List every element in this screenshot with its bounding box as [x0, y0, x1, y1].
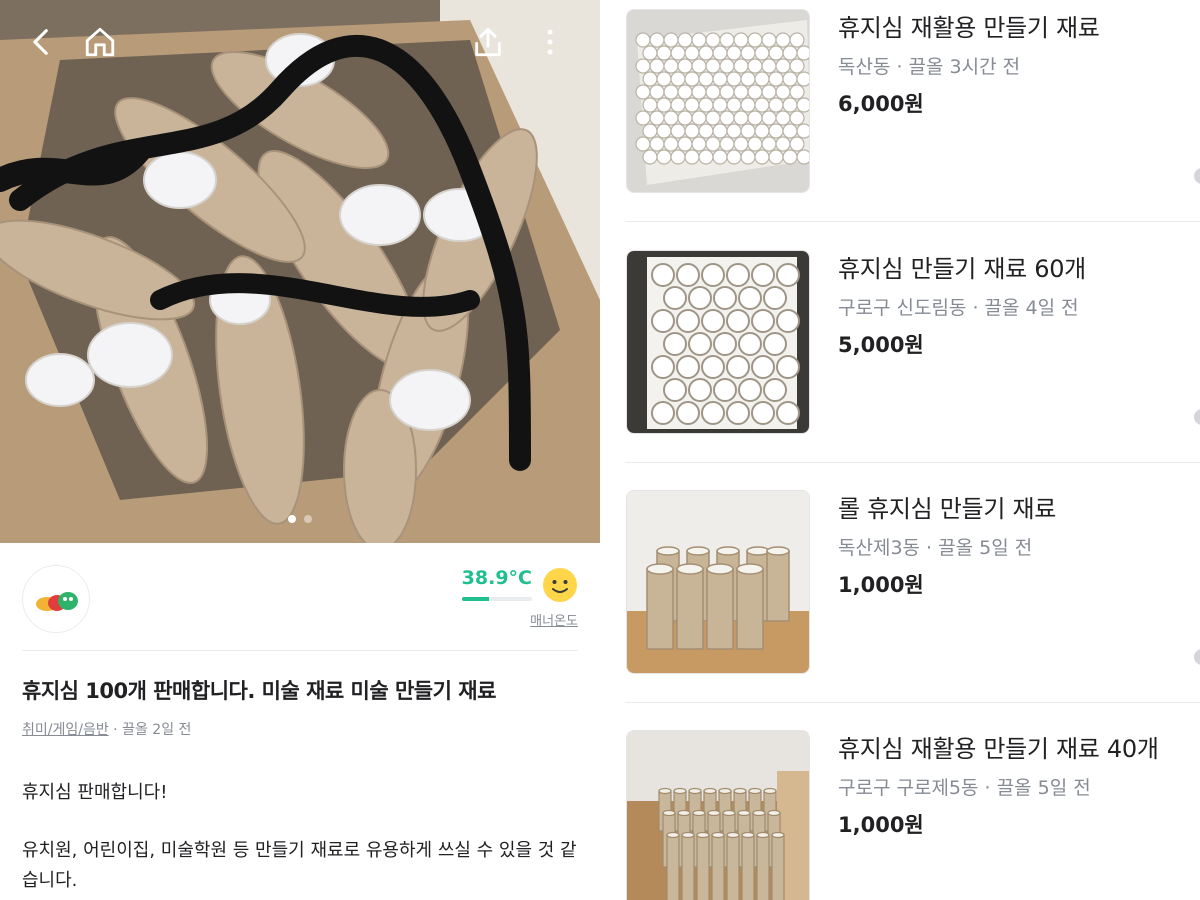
listing-thumbnail[interactable]: [626, 730, 810, 900]
listing-price: 1,000원: [838, 813, 924, 837]
scroll-edge-indicator: [1194, 409, 1200, 425]
listing-item[interactable]: 휴지심 만들기 재료 60개 구로구 신도림동 · 끌올 4일 전 5,000원: [625, 223, 1200, 463]
listing-divider: [625, 221, 1200, 222]
listing-thumbnail[interactable]: [626, 490, 810, 674]
product-image-carousel[interactable]: [0, 0, 600, 543]
carousel-dot[interactable]: [304, 515, 312, 523]
manner-temperature: 38.9°C: [461, 567, 532, 589]
listing-name: 롤 휴지심 만들기 재료: [838, 495, 1057, 523]
home-button[interactable]: [80, 22, 120, 62]
listing-name: 휴지심 재활용 만들기 재료: [838, 14, 1100, 42]
back-icon: [33, 29, 48, 55]
listing-thumbnail[interactable]: [626, 250, 810, 434]
listing-location: 독산제3동 · 끌올 5일 전: [838, 537, 1033, 559]
category-link[interactable]: 취미/게임/음반: [22, 722, 109, 738]
manner-temperature-bar: [462, 597, 532, 601]
back-button[interactable]: [22, 22, 62, 62]
listing-location: 구로구 신도림동 · 끌올 4일 전: [838, 297, 1079, 319]
listing-price: 5,000원: [838, 333, 924, 357]
listing-photo: [627, 491, 809, 673]
product-description-line: 휴지심 판매합니다!: [22, 782, 168, 803]
product-title: 휴지심 100개 판매합니다. 미술 재료 미술 만들기 재료: [22, 679, 496, 703]
share-button[interactable]: [468, 22, 508, 62]
product-meta: 취미/게임/음반 · 끌올 2일 전: [22, 719, 191, 739]
more-icon: [547, 29, 553, 55]
seller-profile[interactable]: 38.9°C 매너온도: [22, 565, 578, 651]
related-listings-panel: 휴지심 재활용 만들기 재료 독산동 · 끌올 3시간 전 6,000원 휴지심…: [600, 0, 1200, 900]
listing-photo: [627, 731, 809, 900]
listing-photo: [627, 251, 809, 433]
product-description-line: 유치원, 어린이집, 미술학원 등 만들기 재료로 유용하게 쓰실 수 있을 것…: [22, 840, 577, 891]
listing-item[interactable]: 롤 휴지심 만들기 재료 독산제3동 · 끌올 5일 전 1,000원: [625, 463, 1200, 703]
share-icon: [475, 27, 501, 57]
more-button[interactable]: [530, 22, 570, 62]
product-photo: [0, 0, 600, 543]
listing-name: 휴지심 재활용 만들기 재료 40개: [838, 735, 1159, 763]
carousel-indicator: [0, 515, 600, 523]
avatar[interactable]: [22, 565, 90, 633]
bumped-time: 끌올 2일 전: [122, 722, 192, 738]
product-detail-panel: 38.9°C 매너온도 휴지심 100개 판매합니다. 미술 재료 미술 만들기…: [0, 0, 600, 900]
listing-thumbnail[interactable]: [626, 9, 810, 193]
manner-temperature-fill: [462, 597, 490, 601]
listing-photo: [627, 10, 809, 192]
home-icon: [85, 27, 115, 57]
avatar-logo-icon: [36, 592, 78, 611]
smiley-icon: [543, 568, 577, 602]
listing-price: 1,000원: [838, 573, 924, 597]
carousel-dot[interactable]: [288, 515, 296, 523]
listing-location: 독산동 · 끌올 3시간 전: [838, 56, 1021, 78]
scroll-edge-indicator: [1194, 168, 1200, 184]
listing-location: 구로구 구로제5동 · 끌올 5일 전: [838, 777, 1091, 799]
listing-item[interactable]: 휴지심 재활용 만들기 재료 40개 구로구 구로제5동 · 끌올 5일 전 1…: [625, 703, 1200, 900]
meta-separator: ·: [108, 722, 123, 738]
listing-price: 6,000원: [838, 92, 924, 116]
manner-temperature-link[interactable]: 매너온도: [530, 610, 578, 629]
scroll-edge-indicator: [1194, 649, 1200, 665]
listing-item[interactable]: 휴지심 재활용 만들기 재료 독산동 · 끌올 3시간 전 6,000원: [625, 0, 1200, 222]
listing-name: 휴지심 만들기 재료 60개: [838, 255, 1086, 283]
